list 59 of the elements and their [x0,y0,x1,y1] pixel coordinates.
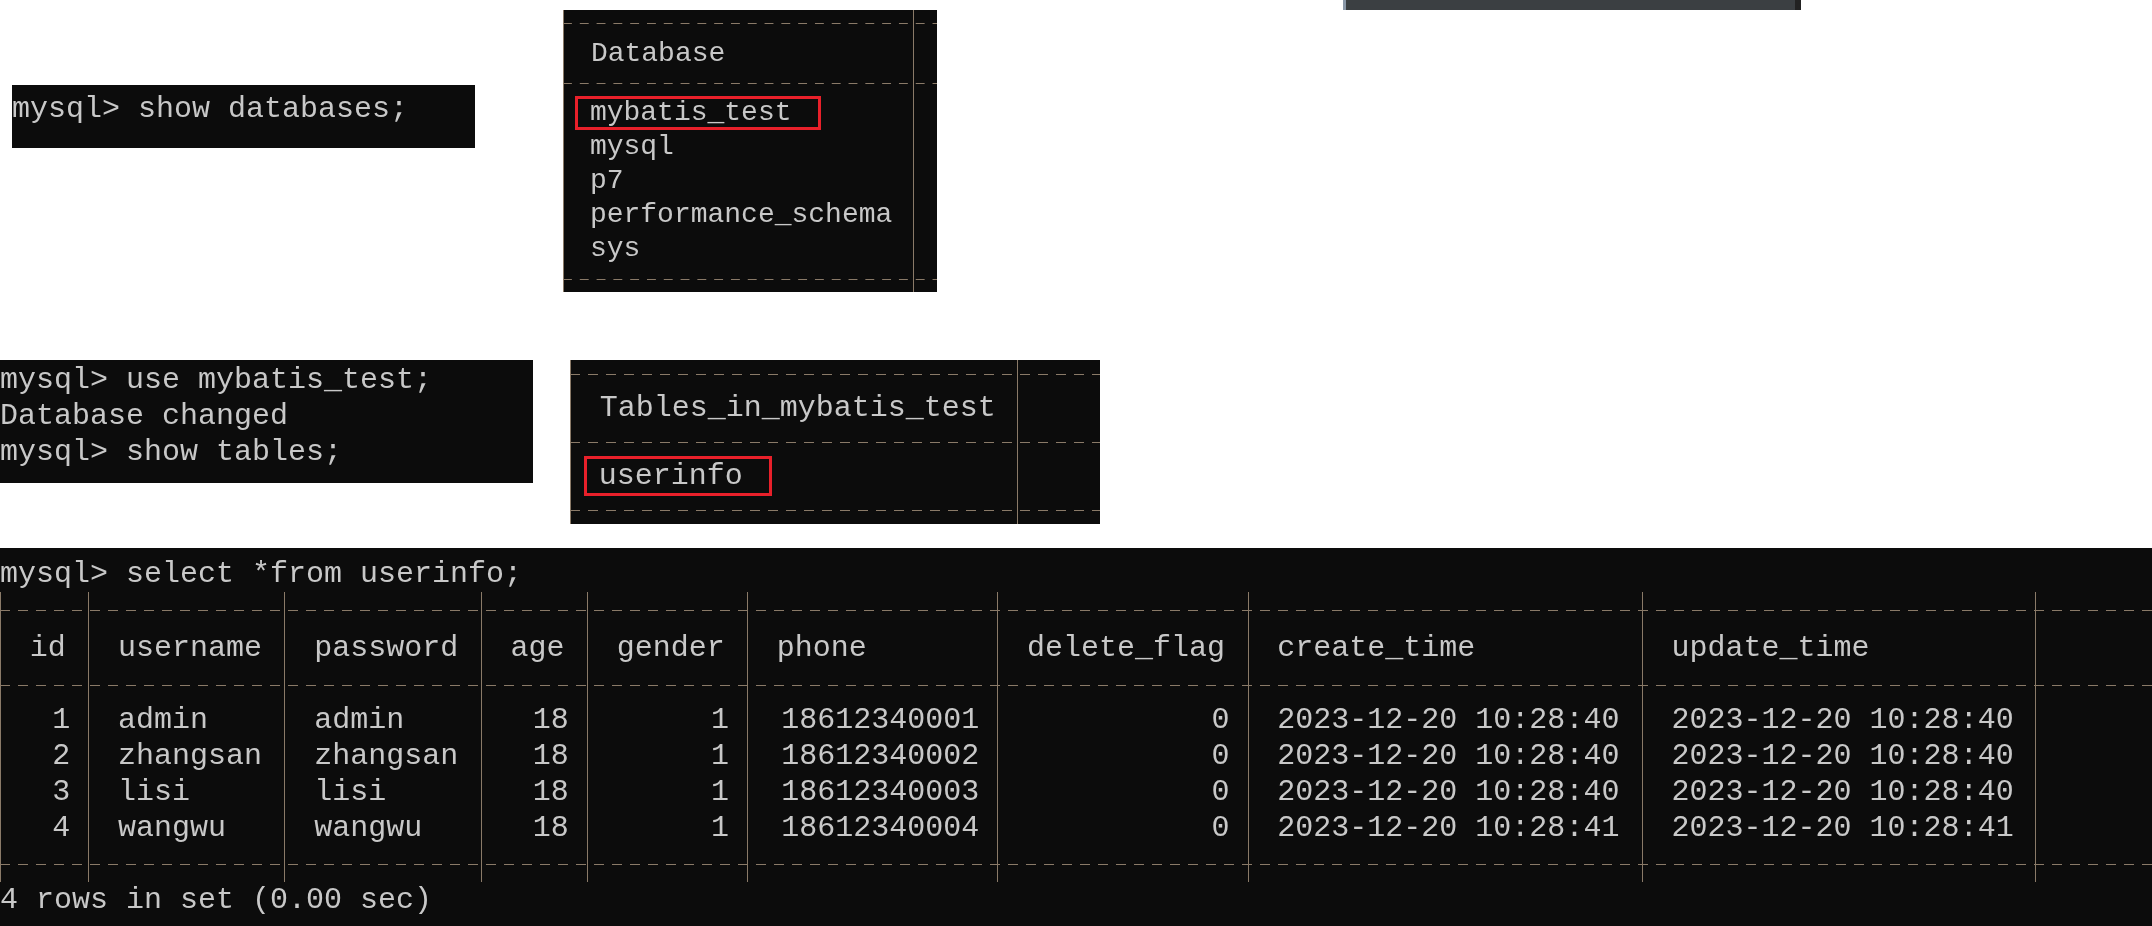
command-line: mysql> show databases; [12,91,410,127]
command-line: mysql> select *from userinfo; [0,556,524,592]
table-cell: 18612340002 [781,738,980,774]
table-cell: zhangsan [118,738,263,774]
table-cell: 18 [532,738,569,774]
column-header: id [29,630,66,666]
table-cell: 2 [52,738,71,774]
table-cell: 18 [532,774,569,810]
column-header: create_time [1277,630,1476,666]
table-cell: 1 [711,810,730,846]
table-name: sys [588,232,642,266]
table-cell: zhangsan [314,738,459,774]
command-line: Database changed [0,398,290,434]
table-cell: 18 [532,810,569,846]
table-name: p7 [588,164,625,198]
table-cell: 0 [1211,738,1230,774]
table-cell: 0 [1211,702,1230,738]
table-cell: 2023-12-20 10:28:41 [1277,810,1620,846]
table-cell: 3 [52,774,71,810]
table-cell: 18612340001 [781,702,980,738]
column-header: delete_flag [1027,630,1226,666]
column-header: phone [776,630,867,666]
column-header: Tables_in_mybatis_test [599,390,996,426]
column-header: update_time [1671,630,1870,666]
table-cell: 1 [711,774,730,810]
table-cell: 2023-12-20 10:28:41 [1671,810,2014,846]
table-cell: admin [314,702,405,738]
command-line: mysql> show tables; [0,434,344,470]
table-cell: 2023-12-20 10:28:40 [1671,702,2014,738]
table-cell: 0 [1211,774,1230,810]
table-name: userinfo [583,456,772,496]
table-cell: 2023-12-20 10:28:40 [1671,774,2014,810]
column-header: Database [590,36,726,70]
table-cell: wangwu [118,810,227,846]
table-cell: 1 [711,738,730,774]
table-cell: 2023-12-20 10:28:40 [1277,774,1620,810]
table-cell: 1 [711,702,730,738]
table-cell: 4 [52,810,71,846]
column-header: username [118,630,263,666]
table-cell: 18 [532,702,569,738]
table-cell: 0 [1211,810,1230,846]
table-cell: 2023-12-20 10:28:40 [1277,702,1620,738]
table-cell: 18612340003 [781,774,980,810]
table-cell: lisi [118,774,190,810]
table-name: mybatis_test [574,96,821,130]
command-line: mysql> use mybatis_test; [0,362,434,398]
table-cell: admin [118,702,208,738]
column-header: password [314,630,459,666]
result-summary: 4 rows in set (0.00 sec) [0,882,434,918]
table-cell: 2023-12-20 10:28:40 [1277,738,1620,774]
table-name: mysql [588,130,675,164]
table-cell: 2023-12-20 10:28:40 [1671,738,2014,774]
column-header: gender [616,630,725,666]
table-cell: wangwu [314,810,423,846]
column-header: age [510,630,565,666]
table-cell: 1 [52,702,71,738]
table-name: performance_schema [588,198,894,232]
table-cell: lisi [314,774,387,810]
table-cell: 18612340004 [781,810,980,846]
